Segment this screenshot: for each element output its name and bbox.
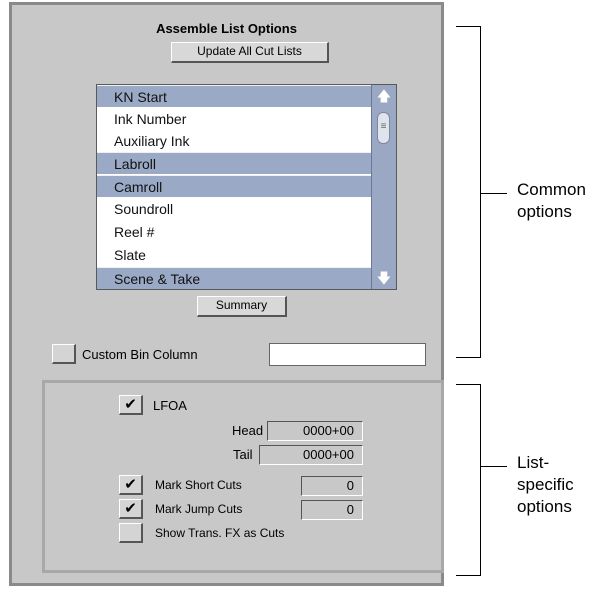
list-specific-options-bracket [456, 384, 481, 576]
mark-jump-cuts-label: Mark Jump Cuts [155, 502, 243, 516]
list-item[interactable]: Soundroll [97, 198, 371, 220]
common-options-tick [481, 193, 507, 194]
list-item[interactable]: Ink Number [97, 108, 371, 130]
update-all-cut-lists-button[interactable]: Update All Cut Lists [171, 42, 329, 63]
list-item[interactable]: Reel # [97, 221, 371, 243]
head-field[interactable]: 0000+00 [267, 421, 363, 441]
custom-bin-column-input[interactable] [269, 343, 426, 366]
list-specific-options-group: ✔ LFOA Head 0000+00 Tail 0000+00 ✔ Mark … [42, 380, 444, 573]
show-trans-fx-label: Show Trans. FX as Cuts [155, 526, 285, 540]
summary-button[interactable]: Summary [197, 296, 287, 317]
mark-short-cuts-label: Mark Short Cuts [155, 478, 242, 492]
show-trans-fx-checkbox[interactable] [119, 523, 143, 543]
head-label: Head [232, 423, 264, 438]
list-item[interactable]: Camroll [97, 175, 371, 197]
panel-title: Assemble List Options [156, 21, 297, 36]
list-specific-options-tick [481, 466, 507, 467]
mark-jump-cuts-field[interactable]: 0 [301, 500, 363, 520]
scroll-up-arrow-icon[interactable]: 🡅 [375, 88, 393, 104]
list-specific-options-annotation: List- specific options [517, 453, 574, 516]
lfoa-checkbox[interactable]: ✔ [119, 395, 143, 415]
custom-bin-column-checkbox[interactable] [52, 344, 76, 364]
scroll-thumb[interactable]: ≡ [377, 112, 390, 144]
list-item[interactable]: Auxiliary Ink [97, 130, 371, 152]
common-options-annotation: Common options [517, 180, 586, 221]
list-scrollbar[interactable]: 🡅 ≡ 🡇 [371, 85, 396, 289]
scroll-down-arrow-icon[interactable]: 🡇 [375, 270, 393, 286]
common-options-bracket [456, 26, 481, 358]
list-item[interactable]: Labroll [97, 152, 371, 174]
list-item[interactable]: Scene & Take [97, 267, 371, 289]
tail-label: Tail [233, 447, 253, 462]
mark-jump-cuts-checkbox[interactable]: ✔ [119, 499, 143, 519]
list-item[interactable]: Slate [97, 244, 371, 266]
assemble-list-options-panel: Assemble List Options Update All Cut Lis… [9, 2, 444, 586]
tail-field[interactable]: 0000+00 [259, 445, 363, 465]
custom-bin-column-label: Custom Bin Column [82, 347, 198, 362]
columns-list[interactable]: KN Start Ink Number Auxiliary Ink Labrol… [96, 84, 397, 290]
lfoa-label: LFOA [153, 398, 187, 413]
mark-short-cuts-checkbox[interactable]: ✔ [119, 475, 143, 495]
mark-short-cuts-field[interactable]: 0 [301, 476, 363, 496]
list-item[interactable]: KN Start [97, 85, 371, 107]
